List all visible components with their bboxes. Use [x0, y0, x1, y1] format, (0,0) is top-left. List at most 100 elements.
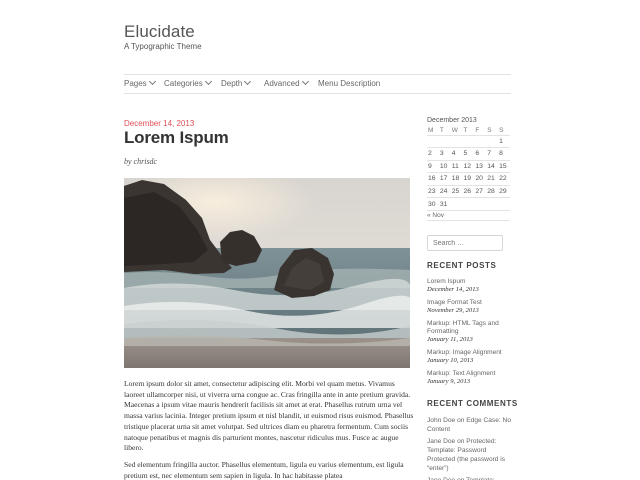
- recent-post-item: Markup: HTML Tags and Formatting January …: [427, 320, 512, 344]
- post-date[interactable]: December 14, 2013: [124, 119, 194, 128]
- nav-item-pages[interactable]: Pages: [124, 77, 156, 88]
- recent-post-link[interactable]: Lorem Ispum: [427, 278, 512, 286]
- main-navigation: Pages Categories Depth Advanced Menu Des…: [124, 74, 511, 94]
- calendar-day: [450, 134, 463, 148]
- calendar-day: 21: [486, 172, 499, 185]
- calendar-day: 29: [498, 184, 510, 198]
- nav-item-label: Advanced: [264, 79, 300, 88]
- calendar-day: 26: [462, 184, 475, 198]
- calendar-caption: December 2013: [427, 117, 477, 124]
- calendar-weekday: S: [499, 126, 504, 134]
- nav-item-label: Menu Description: [318, 79, 381, 88]
- comment-on-label: on: [457, 438, 465, 445]
- calendar-day: 27: [474, 184, 487, 198]
- recent-post-item: Image Format Test November 29, 2013: [427, 299, 512, 315]
- calendar-day: 5: [462, 147, 475, 160]
- calendar-day: 17: [438, 172, 451, 185]
- post-content: Lorem ipsum dolor sit amet, consectetur …: [124, 379, 414, 480]
- calendar-day: 30: [427, 197, 439, 210]
- calendar-day: [462, 134, 475, 148]
- calendar-day: [474, 197, 487, 210]
- recent-post-link[interactable]: Markup: Text Alignment: [427, 370, 512, 378]
- chevron-down-icon: [301, 77, 309, 86]
- calendar-day: 16: [427, 172, 439, 185]
- comment-on-label: on: [457, 417, 465, 424]
- recent-post-item: Markup: Image Alignment January 10, 2013: [427, 349, 512, 365]
- recent-post-date: January 9, 2013: [427, 378, 471, 385]
- calendar-widget: December 2013 MTWTFSS 1 2 3 4 5 6 7 8 9 10 11 12 13 1…: [427, 117, 510, 221]
- recent-post-date: December 14, 2013: [427, 286, 479, 293]
- nav-item-label: Categories: [164, 79, 203, 88]
- recent-post-date: November 29, 2013: [427, 307, 479, 314]
- calendar-day: 15: [498, 159, 510, 173]
- recent-post-link[interactable]: Markup: HTML Tags and Formatting: [427, 320, 512, 336]
- calendar-day: 10: [438, 159, 451, 173]
- post-paragraph: Sed elementum fringilla auctor. Phasellu…: [124, 459, 404, 480]
- calendar-day: [486, 134, 499, 148]
- search-input[interactable]: [427, 235, 503, 251]
- recent-post-item: Lorem Ispum December 14, 2013: [427, 278, 512, 294]
- chevron-down-icon: [204, 77, 212, 86]
- calendar-week: 9 10 11 12 13 14 15: [427, 159, 510, 173]
- calendar-day: 11: [450, 159, 463, 173]
- recent-posts-list: Lorem Ispum December 14, 2013 Image Format…: [427, 278, 512, 391]
- calendar-day: 12: [462, 159, 475, 173]
- nav-item-categories[interactable]: Categories: [164, 77, 212, 88]
- recent-post-item: Markup: Text Alignment January 9, 2013: [427, 370, 512, 386]
- calendar-day: [438, 134, 451, 148]
- calendar-day: 24: [438, 184, 451, 198]
- calendar-weekday: F: [475, 126, 480, 134]
- calendar-day: 28: [486, 184, 499, 198]
- nav-item-menu-description[interactable]: Menu Description: [318, 79, 380, 88]
- nav-item-label: Pages: [124, 79, 147, 88]
- calendar-week: 2345678: [427, 147, 510, 160]
- calendar-day: 20: [474, 172, 487, 185]
- calendar-day: 1: [498, 134, 510, 148]
- post-paragraph: Lorem ipsum dolor sit amet, consectetur …: [124, 379, 414, 453]
- calendar-weekday: T: [463, 126, 468, 134]
- calendar-week: 30 31: [427, 197, 510, 210]
- calendar-weekday: M: [428, 126, 434, 134]
- calendar-day: [450, 197, 463, 210]
- calendar-day: 18: [450, 172, 463, 185]
- post-author[interactable]: by chrisdc: [124, 157, 157, 166]
- recent-comment-item: John Doe on Edge Case: No Content: [427, 416, 512, 434]
- recent-comment-item: Jane Doe on Protected: Template: Passwor…: [427, 437, 512, 473]
- site-description: A Typographic Theme: [124, 42, 202, 51]
- calendar-weekday: S: [487, 126, 492, 134]
- photo-rocky-beach-icon: [124, 178, 410, 368]
- chevron-down-icon: [244, 77, 252, 86]
- recent-post-date: January 11, 2013: [427, 336, 473, 343]
- recent-post-link[interactable]: Image Format Test: [427, 299, 512, 307]
- recent-comment-item: Jane Doe on Template:: [427, 476, 512, 480]
- calendar-day: 13: [474, 159, 487, 173]
- nav-item-advanced[interactable]: Advanced: [264, 77, 309, 88]
- site-title[interactable]: Elucidate: [124, 22, 195, 42]
- chevron-down-icon: [148, 77, 156, 86]
- calendar-table: MTWTFSS 1 2 3 4 5 6 7 8 9 10 11 12 13 14 15 16 17 18 19 20 2…: [427, 126, 510, 210]
- calendar-day: 6: [474, 147, 487, 160]
- calendar-day: [498, 197, 510, 210]
- calendar-day: [427, 134, 439, 148]
- calendar-day: 7: [486, 147, 499, 160]
- calendar-weekday: W: [451, 126, 458, 134]
- recent-post-link[interactable]: Markup: Image Alignment: [427, 349, 512, 357]
- calendar-day: 2: [427, 147, 439, 160]
- recent-comments-list: John Doe on Edge Case: No Content Jane Do…: [427, 416, 512, 480]
- calendar-day: 14: [486, 159, 499, 173]
- post-featured-image: [124, 178, 410, 368]
- calendar-week: 1: [427, 134, 510, 148]
- calendar-day: 31: [438, 197, 451, 210]
- calendar-day: 9: [427, 159, 439, 173]
- post-title[interactable]: Lorem Ispum: [124, 128, 229, 148]
- calendar-week: 23 24 25 26 27 28 29: [427, 184, 510, 198]
- calendar-day: [462, 197, 475, 210]
- calendar-day: 4: [450, 147, 463, 160]
- calendar-day: 19: [462, 172, 475, 185]
- calendar-day: [474, 134, 487, 148]
- nav-item-depth[interactable]: Depth: [221, 77, 252, 88]
- calendar-day: 8: [498, 147, 510, 160]
- calendar-day: 23: [427, 184, 439, 198]
- calendar-prev-link[interactable]: « Nov: [427, 210, 510, 221]
- calendar-day: 25: [450, 184, 463, 198]
